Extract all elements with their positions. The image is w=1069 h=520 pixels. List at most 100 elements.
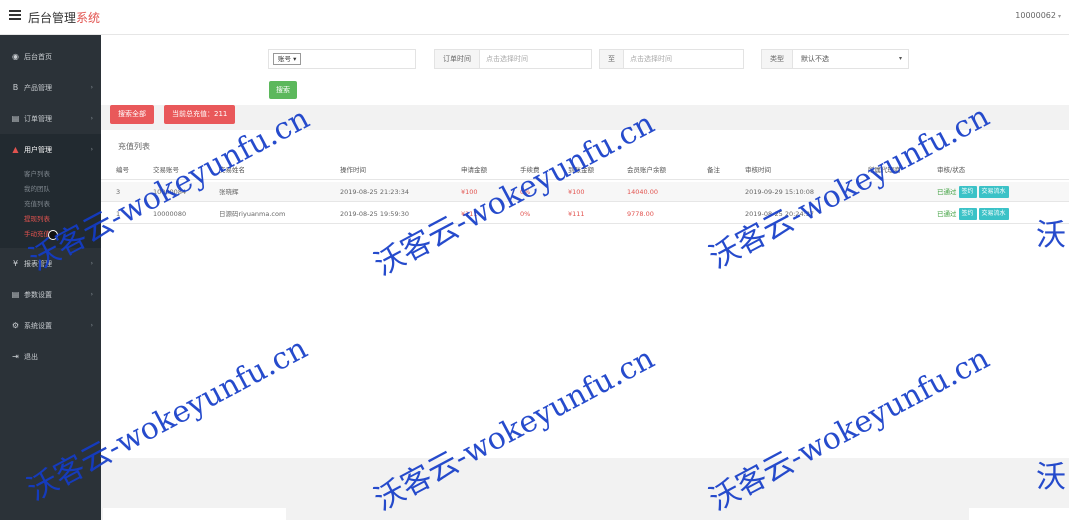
chevron-down-icon: ▾	[898, 55, 902, 62]
submenu-my-team[interactable]: 我的团队	[0, 182, 101, 197]
trade-flow-button[interactable]: 交易流水	[978, 208, 1009, 220]
user-menu[interactable]: 10000062 ▾	[1015, 11, 1061, 20]
chevron-right-icon: ›	[90, 146, 93, 153]
cell-fee: 0%	[520, 210, 531, 218]
sidebar-item-label: 订单管理	[24, 114, 52, 123]
table-row: 3 10000084 张晓辉 2019-08-25 21:23:34 ¥100 …	[101, 182, 1069, 202]
product-icon: B	[12, 83, 19, 92]
col-header-op-time: 操作时间	[340, 166, 366, 174]
field-select[interactable]: 账号 ▾	[273, 53, 302, 65]
cell-name: 日源码riyuanma.com	[219, 210, 286, 218]
table-header: 编号 交易账号 交易姓名 操作时间 申请金额 手续费 到账金额 会员账户余额 备…	[101, 160, 1069, 180]
submenu-withdraw-list[interactable]: 提现列表	[0, 212, 101, 227]
sidebar-item-label: 后台首页	[24, 52, 52, 61]
bottom-panel-left	[103, 508, 286, 520]
settings-icon: ▤	[11, 290, 20, 299]
sidebar-item-label: 退出	[24, 352, 38, 361]
app-title-accent: 系统	[76, 11, 101, 25]
hamburger-menu-icon[interactable]	[9, 10, 21, 20]
top-bar: 后台管理系统 10000062 ▾	[0, 0, 1069, 35]
sidebar: ◉ 后台首页 B 产品管理 › ▤ 订单管理 › ▲ 用户管理 › 客户列表 我…	[0, 35, 101, 520]
col-header-account: 交易账号	[153, 166, 179, 174]
cell-id: 3	[116, 188, 121, 196]
cell-balance: 14040.00	[627, 188, 659, 196]
col-header-agent: 所属代理商	[868, 166, 901, 174]
cell-balance: 9778.00	[627, 210, 654, 218]
cell-account: 10000084	[153, 188, 187, 196]
col-header-arrive: 到账金额	[568, 166, 594, 174]
chevron-right-icon: ›	[90, 322, 93, 329]
account-input[interactable]: 账号 ▾	[269, 50, 415, 68]
sidebar-item-reports[interactable]: ¥ 报表管理 ›	[0, 248, 101, 279]
table-row: 1 10000080 日源码riyuanma.com 2019-08-25 19…	[101, 204, 1069, 224]
sidebar-item-users[interactable]: ▲ 用户管理 ›	[0, 134, 101, 165]
gear-icon: ⚙	[11, 321, 20, 330]
sidebar-item-logout[interactable]: ⇥ 退出	[0, 341, 101, 372]
end-time-input[interactable]: 点击选择时间	[624, 50, 743, 68]
col-header-apply: 申请金额	[461, 166, 487, 174]
submenu-manual-recharge-label: 手动充值	[24, 230, 50, 238]
total-recharge-button[interactable]: 当前总充值：211	[164, 105, 236, 124]
col-header-remark: 备注	[707, 166, 720, 174]
recharge-table-panel: 充值列表 编号 交易账号 交易姓名 操作时间 申请金额 手续费 到账金额 会员账…	[101, 130, 1069, 458]
cell-fee: 0%	[520, 188, 531, 196]
sidebar-item-label: 用户管理	[24, 145, 52, 154]
cell-arrive: ¥111	[568, 210, 585, 218]
search-all-button[interactable]: 搜索全部	[110, 105, 154, 124]
cell-audit-time: 2019-08-25 20:24:37	[745, 210, 815, 218]
mouse-cursor-icon	[48, 230, 58, 240]
status-text: 已通过	[937, 188, 957, 196]
trade-flow-button[interactable]: 交易流水	[978, 186, 1009, 198]
submenu-recharge-list[interactable]: 充值列表	[0, 197, 101, 212]
sidebar-item-label: 产品管理	[24, 83, 52, 92]
sidebar-item-params[interactable]: ▤ 参数设置 ›	[0, 279, 101, 310]
type-select[interactable]: 默认不选 ▾	[793, 50, 908, 68]
app-title: 后台管理系统	[28, 9, 100, 26]
bottom-band	[101, 458, 1069, 520]
cell-op-time: 2019-08-25 21:23:34	[340, 188, 410, 196]
panel-title: 充值列表	[118, 142, 150, 151]
logout-icon: ⇥	[12, 352, 19, 361]
users-submenu: 客户列表 我的团队 充值列表 提现列表 手动充值	[0, 165, 101, 248]
cell-audit-time: 2019-09-29 15:10:08	[745, 188, 815, 196]
account-filter: 账号 ▾	[268, 49, 416, 69]
bottom-panel-right	[969, 508, 1069, 520]
chevron-right-icon: ›	[90, 115, 93, 122]
submenu-customer-list[interactable]: 客户列表	[0, 167, 101, 182]
sign-button[interactable]: 签约	[958, 186, 977, 198]
col-header-name: 交易姓名	[219, 166, 245, 174]
sidebar-item-products[interactable]: B 产品管理 ›	[0, 72, 101, 103]
cell-id: 1	[116, 210, 121, 218]
col-header-id: 编号	[116, 166, 129, 174]
sign-button[interactable]: 签约	[958, 208, 977, 220]
cell-apply: ¥111	[461, 210, 478, 218]
cell-name: 张晓辉	[219, 188, 239, 196]
end-time-label: 至	[600, 50, 624, 68]
user-caret-icon: ▾	[1057, 13, 1061, 20]
order-time-input[interactable]: 点击选择时间	[480, 50, 591, 68]
sidebar-item-dashboard[interactable]: ◉ 后台首页	[0, 41, 101, 72]
col-header-status: 审核/状态	[937, 166, 966, 174]
order-icon: ▤	[11, 114, 20, 123]
cell-status: 已通过 签约 交易流水	[937, 182, 1009, 202]
yen-icon: ¥	[12, 259, 19, 268]
cell-status: 已通过 签约 交易流水	[937, 204, 1009, 224]
filter-panel: 账号 ▾ 订单时间 点击选择时间 至 点击选择时间 类型 默认不选 ▾ 搜索	[101, 35, 1069, 105]
sidebar-item-system[interactable]: ⚙ 系统设置 ›	[0, 310, 101, 341]
col-header-audit-time: 审核时间	[745, 166, 771, 174]
search-button[interactable]: 搜索	[269, 81, 297, 99]
sidebar-item-orders[interactable]: ▤ 订单管理 ›	[0, 103, 101, 134]
sidebar-item-label: 系统设置	[24, 321, 52, 330]
sidebar-item-label: 参数设置	[24, 290, 52, 299]
col-header-balance: 会员账户余额	[627, 166, 666, 174]
app-title-main: 后台管理	[28, 11, 77, 25]
user-id: 10000062	[1015, 11, 1056, 20]
chevron-right-icon: ›	[90, 84, 93, 91]
type-select-value: 默认不选	[801, 55, 829, 63]
sidebar-item-label: 报表管理	[24, 259, 52, 268]
submenu-manual-recharge[interactable]: 手动充值	[0, 227, 101, 242]
dashboard-icon: ◉	[12, 52, 19, 61]
cell-arrive: ¥100	[568, 188, 585, 196]
order-time-label: 订单时间	[435, 50, 480, 68]
chevron-right-icon: ›	[90, 260, 93, 267]
